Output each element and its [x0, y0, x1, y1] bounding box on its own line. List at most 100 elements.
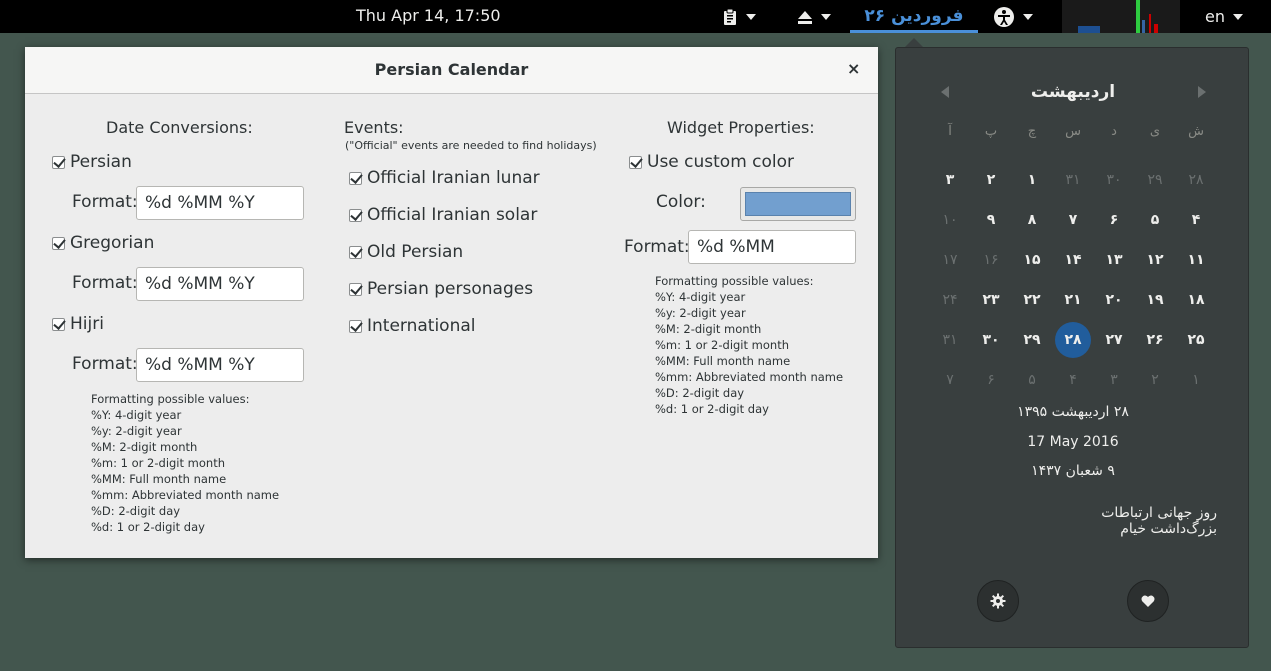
system-monitor-icon	[1078, 0, 1158, 33]
day-cell[interactable]: ۲۶	[1137, 322, 1173, 358]
checkbox-checked[interactable]	[52, 155, 65, 169]
help-line: %Y: 4-digit year	[655, 290, 746, 304]
day-cell[interactable]: ۱۵	[1014, 242, 1050, 278]
day-cell[interactable]: ۶	[973, 362, 1009, 398]
weekday-label: چ	[1027, 124, 1037, 139]
day-cell[interactable]: ۲۵	[1178, 322, 1214, 358]
day-cell[interactable]: ۳۱	[932, 322, 968, 358]
persian-checkbox[interactable]: Persian	[52, 152, 132, 172]
settings-button[interactable]	[977, 580, 1019, 622]
event-international-checkbox[interactable]: International	[349, 316, 476, 336]
dialog-title: Persian Calendar	[374, 60, 529, 79]
next-month-button[interactable]	[1198, 86, 1206, 98]
day-cell[interactable]: ۲	[1137, 362, 1173, 398]
day-cell[interactable]: ۲۰	[1096, 282, 1132, 318]
day-cell[interactable]: ۳۰	[1096, 162, 1132, 198]
day-cell[interactable]: ۱۸	[1178, 282, 1214, 318]
accessibility-icon	[994, 6, 1014, 27]
checkbox-checked[interactable]	[349, 171, 362, 185]
day-cell[interactable]: ۳	[1096, 362, 1132, 398]
event-official-solar-checkbox[interactable]: Official Iranian solar	[349, 205, 537, 225]
event-persian-personages-checkbox[interactable]: Persian personages	[349, 279, 533, 299]
day-cell[interactable]: ۴	[1178, 202, 1214, 238]
day-cell[interactable]: ۱۶	[973, 242, 1009, 278]
day-cell[interactable]: ۷	[932, 362, 968, 398]
day-cell[interactable]: ۲	[973, 162, 1009, 198]
close-button[interactable]: ×	[847, 59, 860, 78]
gregorian-checkbox[interactable]: Gregorian	[52, 233, 154, 253]
removable-devices-menu[interactable]	[797, 0, 831, 33]
color-picker-button[interactable]	[740, 187, 856, 221]
day-cell[interactable]: ۹	[973, 202, 1009, 238]
day-cell[interactable]: ۴	[1055, 362, 1091, 398]
weekday-label: آ	[948, 124, 952, 139]
weekday-label: پ	[984, 124, 998, 139]
event-label: International	[367, 316, 476, 336]
use-custom-color-checkbox[interactable]: Use custom color	[629, 152, 794, 172]
date-format-help: Formatting possible values: %Y: 4-digit …	[91, 391, 279, 535]
persian-date-indicator[interactable]: ۲۶ فروردین	[850, 0, 978, 33]
day-cell[interactable]: ۲۱	[1055, 282, 1091, 318]
day-cell[interactable]: ۲۴	[932, 282, 968, 318]
eject-icon	[798, 10, 812, 24]
day-cell[interactable]: ۱	[1014, 162, 1050, 198]
checkbox-checked[interactable]	[52, 236, 65, 250]
help-line: Formatting possible values:	[655, 274, 814, 288]
day-cell[interactable]: ۵	[1014, 362, 1050, 398]
event-label: Old Persian	[367, 242, 464, 262]
day-cell[interactable]: ۲۹	[1137, 162, 1173, 198]
event-label: Persian personages	[367, 279, 534, 299]
persian-format-input[interactable]: %d %MM %Y	[136, 186, 304, 220]
input-language-menu[interactable]: en	[1205, 0, 1243, 33]
persian-date-text: ۲۸ اردیبهشت ۱۳۹۵	[1017, 404, 1129, 420]
checkbox-checked[interactable]	[349, 245, 362, 259]
event-label: Official Iranian solar	[367, 205, 538, 225]
day-cell[interactable]: ۱۹	[1137, 282, 1173, 318]
help-line: %d: 1 or 2-digit day	[91, 520, 205, 534]
events-note: ("Official" events are needed to find ho…	[345, 139, 597, 152]
day-cell[interactable]: ۲۳	[973, 282, 1009, 318]
day-cell[interactable]: ۱۱	[1178, 242, 1214, 278]
checkbox-checked[interactable]	[52, 317, 65, 331]
hijri-format-input[interactable]: %d %MM %Y	[136, 348, 304, 382]
dialog-titlebar: Persian Calendar ×	[25, 47, 878, 94]
clock[interactable]: Thu Apr 14, 17:50	[356, 6, 501, 25]
date-conversions-heading: Date Conversions:	[106, 118, 253, 137]
day-cell[interactable]: ۱	[1178, 362, 1214, 398]
gregorian-format-input[interactable]: %d %MM %Y	[136, 267, 304, 301]
day-cell[interactable]: ۲۲	[1014, 282, 1050, 318]
checkbox-checked[interactable]	[349, 282, 362, 296]
day-cell[interactable]: ۳	[932, 162, 968, 198]
event-official-lunar-checkbox[interactable]: Official Iranian lunar	[349, 168, 540, 188]
help-line: %m: 1 or 2-digit month	[91, 456, 225, 470]
day-cell[interactable]: ۷	[1055, 202, 1091, 238]
day-cell[interactable]: ۳۱	[1055, 162, 1091, 198]
clipboard-menu[interactable]	[722, 0, 756, 33]
day-cell[interactable]: ۶	[1096, 202, 1132, 238]
checkbox-checked[interactable]	[349, 319, 362, 333]
day-cell[interactable]: ۵	[1137, 202, 1173, 238]
day-cell[interactable]: ۱۴	[1055, 242, 1091, 278]
day-cell[interactable]: ۱۷	[932, 242, 968, 278]
day-cell[interactable]: ۱۰	[932, 202, 968, 238]
calendar-popover: اردیبهشت شیدسچپآ ۲۸ ۲۹ ۳۰ ۳۱ ۱ ۲ ۳ ۴ ۵ ۶ ۷ ۸ ۹ ۱۰ ۱۱ ۱۲…	[895, 47, 1249, 648]
event-old-persian-checkbox[interactable]: Old Persian	[349, 242, 463, 262]
hijri-label: Hijri	[70, 314, 104, 334]
day-cell[interactable]: ۸	[1014, 202, 1050, 238]
day-cell[interactable]: ۳۰	[973, 322, 1009, 358]
day-cell[interactable]: ۲۷	[1096, 322, 1132, 358]
system-monitor[interactable]	[1062, 0, 1180, 33]
help-line: %mm: Abbreviated month name	[655, 370, 844, 384]
day-cell-today[interactable]: ۲۸	[1055, 322, 1091, 358]
favorite-button[interactable]	[1127, 580, 1169, 622]
checkbox-checked[interactable]	[629, 155, 642, 169]
day-cell[interactable]: ۲۹	[1014, 322, 1050, 358]
widget-format-input[interactable]: %d %MM	[688, 230, 856, 264]
checkbox-checked[interactable]	[349, 208, 362, 222]
event-item: روز جهانی ارتباطات	[1101, 505, 1217, 521]
day-cell[interactable]: ۱۲	[1137, 242, 1173, 278]
hijri-checkbox[interactable]: Hijri	[52, 314, 104, 334]
day-cell[interactable]: ۲۸	[1178, 162, 1214, 198]
accessibility-menu[interactable]	[993, 0, 1033, 33]
day-cell[interactable]: ۱۳	[1096, 242, 1132, 278]
